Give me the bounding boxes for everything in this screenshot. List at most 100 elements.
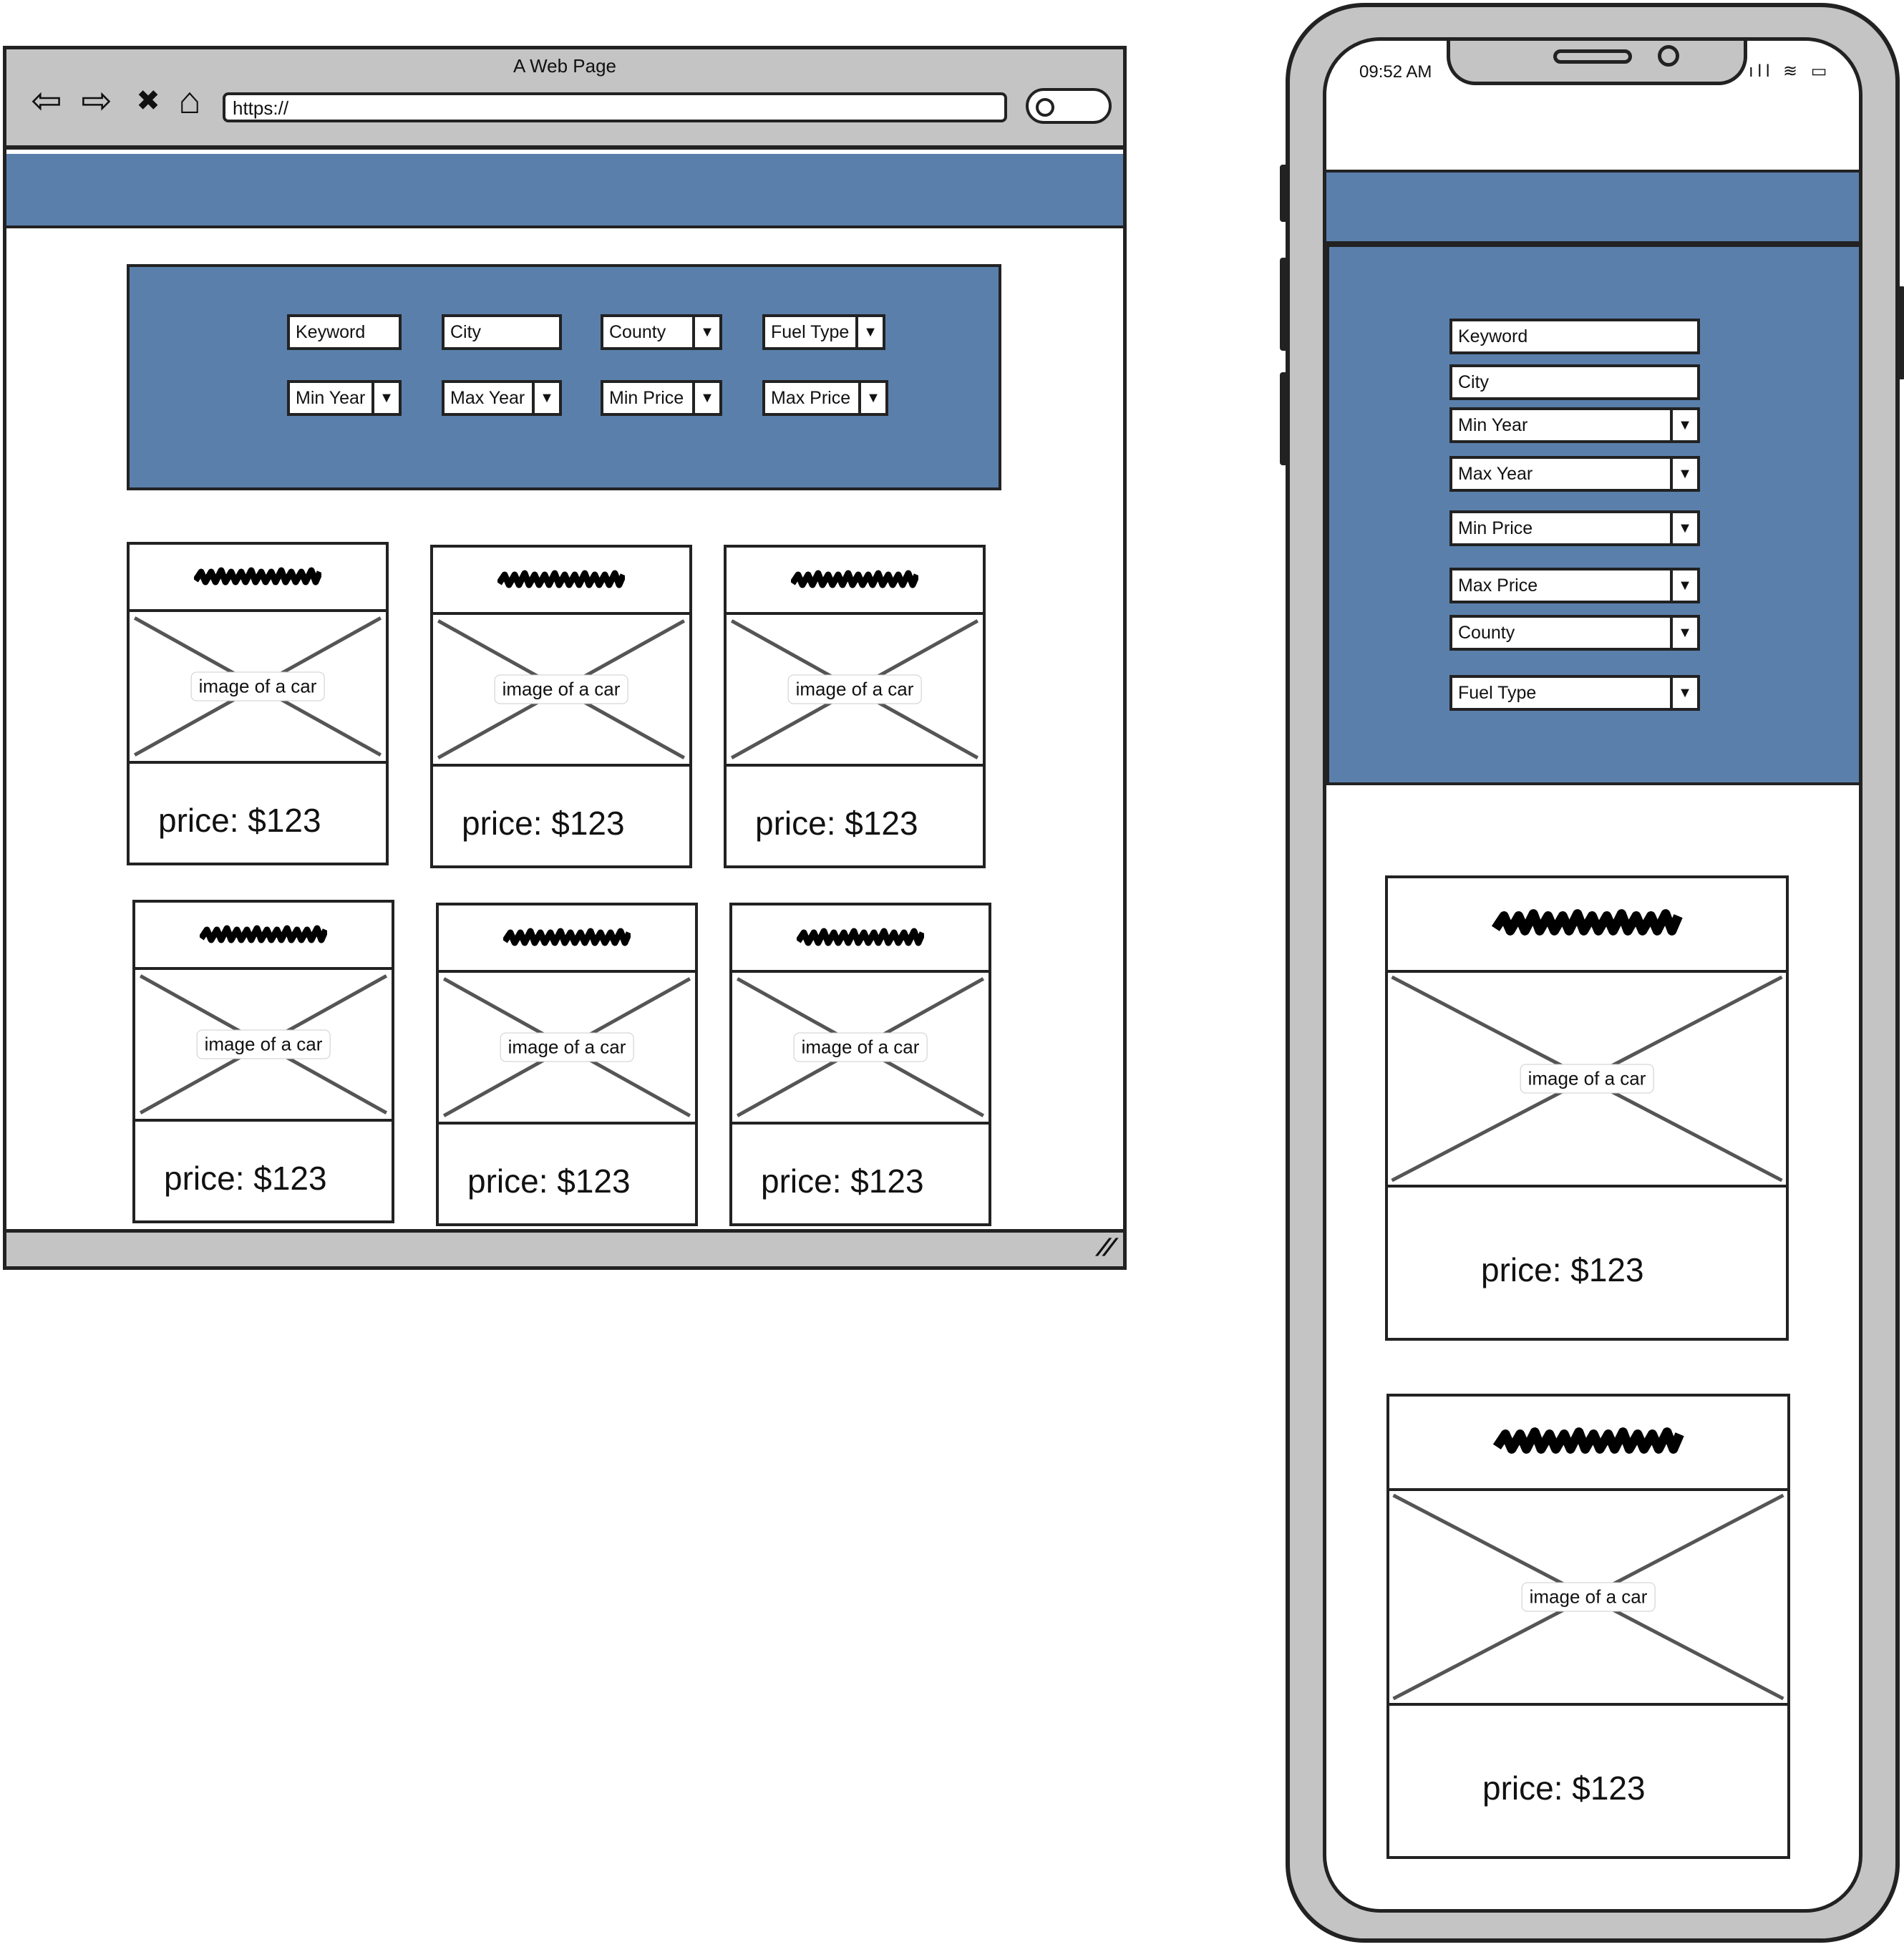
card-title — [439, 905, 695, 973]
max-price-select-label: Max Price — [771, 387, 851, 408]
price-label: price: $123 — [164, 1160, 327, 1197]
keyword-input[interactable]: Keyword — [287, 314, 402, 350]
fuel-type-select[interactable]: Fuel Type ▼ — [1449, 675, 1700, 711]
image-label: image of a car — [494, 674, 628, 704]
image-label: image of a car — [190, 671, 325, 701]
title-scribble-icon — [1492, 1427, 1684, 1454]
car-image-placeholder: image of a car — [135, 970, 392, 1122]
search-icon — [1036, 98, 1054, 117]
url-bar[interactable]: https:// — [223, 92, 1007, 122]
price-label: price: $123 — [1482, 1769, 1646, 1807]
mobile-car-card[interactable]: image of a car price: $123 — [1385, 875, 1789, 1341]
card-title — [135, 903, 392, 970]
card-title — [433, 548, 689, 615]
car-card[interactable]: image of a car price: $123 — [724, 545, 986, 868]
mobile-site-header — [1326, 170, 1859, 244]
county-select[interactable]: County ▼ — [1449, 615, 1700, 651]
title-scribble-icon — [1491, 909, 1683, 936]
min-price-select-label: Min Price — [1458, 518, 1533, 538]
min-year-select[interactable]: Min Year ▼ — [287, 380, 402, 416]
car-card[interactable]: image of a car price: $123 — [430, 545, 692, 868]
image-label: image of a car — [500, 1032, 634, 1062]
min-year-select[interactable]: Min Year ▼ — [1449, 407, 1700, 443]
image-label: image of a car — [1520, 1064, 1654, 1094]
dropdown-arrow-icon: ▼ — [692, 317, 719, 347]
dropdown-arrow-icon: ▼ — [1670, 678, 1697, 708]
search-filter-panel: Keyword City County ▼ Fuel Type ▼ Min Ye… — [127, 264, 1001, 490]
car-card[interactable]: image of a car price: $123 — [132, 900, 394, 1223]
camera-icon — [1658, 45, 1679, 67]
car-image-placeholder: image of a car — [727, 615, 983, 767]
mobile-car-card[interactable]: image of a car price: $123 — [1386, 1394, 1790, 1859]
back-icon[interactable]: ⇦ — [26, 81, 67, 121]
car-card[interactable]: image of a car price: $123 — [127, 542, 389, 865]
price-label: price: $123 — [755, 805, 918, 842]
dropdown-arrow-icon: ▼ — [1670, 410, 1697, 440]
card-title — [1388, 878, 1786, 973]
max-price-select[interactable]: Max Price ▼ — [1449, 568, 1700, 603]
max-year-select-label: Max Year — [450, 387, 525, 408]
volume-down-button — [1280, 372, 1290, 465]
max-year-select[interactable]: Max Year ▼ — [1449, 456, 1700, 492]
image-label: image of a car — [196, 1029, 331, 1059]
price-label: price: $123 — [761, 1162, 924, 1200]
max-price-select[interactable]: Max Price ▼ — [762, 380, 888, 416]
max-price-select-label: Max Price — [1458, 575, 1538, 596]
title-scribble-icon — [194, 567, 321, 586]
card-title — [1389, 1397, 1787, 1491]
dropdown-arrow-icon: ▼ — [1670, 618, 1697, 648]
car-image-placeholder: image of a car — [732, 973, 989, 1125]
window-title: A Web Page — [513, 55, 617, 77]
car-image-placeholder: image of a car — [433, 615, 689, 767]
min-year-select-label: Min Year — [1458, 414, 1528, 435]
status-time: 09:52 AM — [1359, 62, 1432, 82]
dropdown-arrow-icon: ▼ — [532, 383, 559, 413]
fuel-type-select-label: Fuel Type — [1458, 682, 1537, 703]
dropdown-arrow-icon: ▼ — [855, 317, 883, 347]
title-scribble-icon — [791, 570, 918, 588]
min-price-select[interactable]: Min Price ▼ — [1449, 510, 1700, 546]
car-card[interactable]: image of a car price: $123 — [436, 903, 698, 1226]
search-button[interactable] — [1026, 88, 1112, 124]
phone-frame: 09:52 AM ıll ≋ ▭ Keyword City Min Year ▼… — [1280, 3, 1904, 1943]
title-scribble-icon — [497, 570, 625, 588]
price-label: price: $123 — [467, 1162, 631, 1200]
status-bar-icons: ıll ≋ ▭ — [1749, 62, 1832, 81]
image-label: image of a car — [793, 1032, 928, 1062]
volume-up-button — [1280, 258, 1290, 351]
min-price-select-label: Min Price — [609, 387, 684, 408]
phone-side-button — [1280, 165, 1290, 222]
county-select-label: County — [1458, 622, 1515, 643]
forward-icon[interactable]: ⇨ — [77, 81, 117, 121]
dropdown-arrow-icon: ▼ — [1670, 570, 1697, 601]
home-icon[interactable]: ⌂ — [170, 81, 210, 121]
fuel-type-select[interactable]: Fuel Type ▼ — [762, 314, 885, 350]
keyword-input[interactable]: Keyword — [1449, 319, 1700, 354]
image-label: image of a car — [787, 674, 922, 704]
price-label: price: $123 — [158, 802, 321, 839]
title-scribble-icon — [797, 928, 924, 946]
city-input[interactable]: City — [1449, 364, 1700, 400]
power-button — [1895, 286, 1904, 379]
title-scribble-icon — [503, 928, 631, 946]
resize-grip-icon[interactable]: // — [1092, 1234, 1121, 1262]
fuel-type-select-label: Fuel Type — [771, 321, 850, 342]
speaker-icon — [1553, 49, 1632, 64]
phone-notch — [1447, 41, 1747, 85]
browser-chrome: A Web Page ⇦ ⇨ ✖ ⌂ https:// — [6, 49, 1123, 150]
close-icon[interactable]: ✖ — [128, 81, 168, 121]
car-image-placeholder: image of a car — [130, 612, 386, 764]
car-image-placeholder: image of a car — [1388, 973, 1786, 1188]
browser-window: A Web Page ⇦ ⇨ ✖ ⌂ https:// Keyword City… — [3, 46, 1127, 1270]
city-input[interactable]: City — [442, 314, 562, 350]
browser-status-bar: // — [6, 1229, 1123, 1266]
card-title — [727, 548, 983, 615]
dropdown-arrow-icon: ▼ — [858, 383, 885, 413]
car-card[interactable]: image of a car price: $123 — [729, 903, 991, 1226]
dropdown-arrow-icon: ▼ — [1670, 459, 1697, 489]
county-select[interactable]: County ▼ — [601, 314, 722, 350]
phone-screen: 09:52 AM ıll ≋ ▭ Keyword City Min Year ▼… — [1323, 37, 1862, 1913]
min-price-select[interactable]: Min Price ▼ — [601, 380, 722, 416]
max-year-select[interactable]: Max Year ▼ — [442, 380, 562, 416]
card-title — [732, 905, 989, 973]
